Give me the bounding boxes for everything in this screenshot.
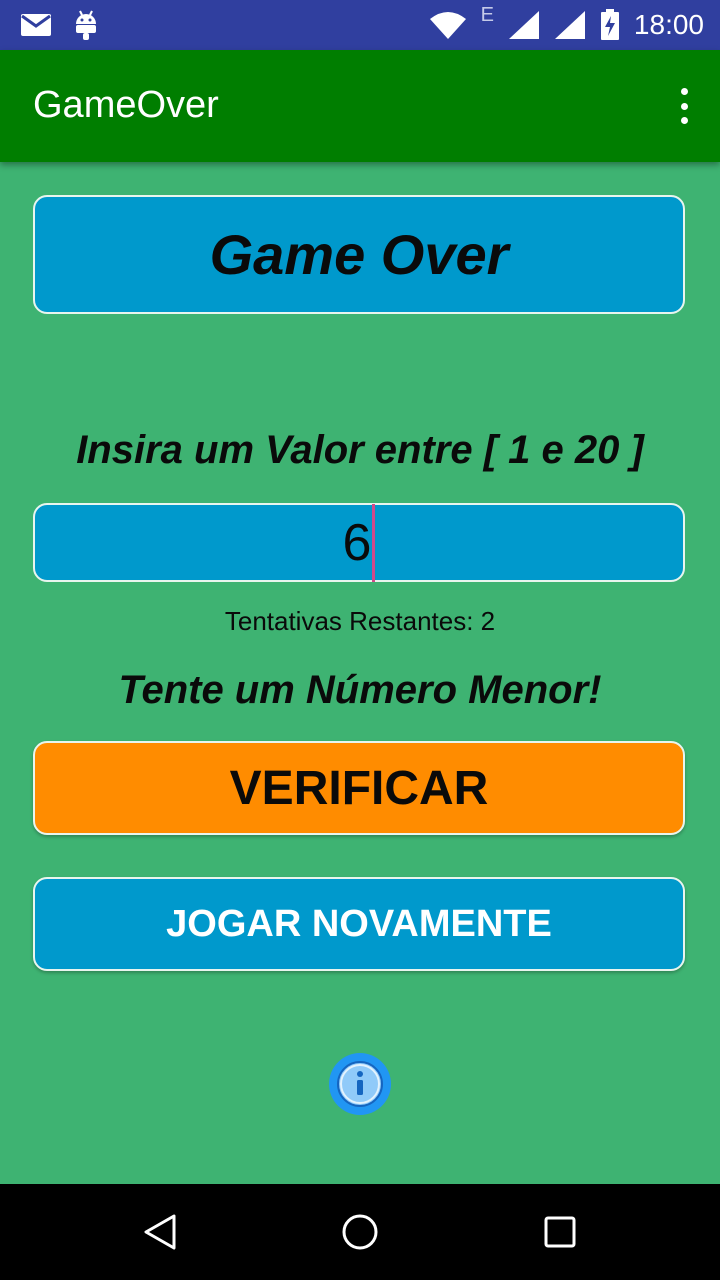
signal-icon-2 (554, 11, 585, 39)
recents-icon[interactable] (540, 1212, 580, 1252)
game-over-banner: Game Over (33, 195, 685, 314)
verify-button-label: VERIFICAR (229, 761, 489, 815)
app-bar: GameOver (0, 50, 720, 162)
home-icon[interactable] (340, 1212, 380, 1252)
android-icon (76, 10, 96, 40)
number-input[interactable]: 6 (33, 503, 685, 582)
navigation-bar (0, 1184, 720, 1280)
range-prompt: Insira um Valor entre [ 1 e 20 ] (76, 428, 644, 472)
wifi-icon (429, 12, 466, 39)
page-title: Game Over (209, 223, 509, 286)
network-type-icon: E (480, 3, 494, 26)
signal-icon (508, 11, 539, 39)
back-icon[interactable] (140, 1212, 180, 1252)
play-again-button[interactable]: JOGAR NOVAMENTE (33, 877, 685, 971)
battery-charging-icon (600, 9, 619, 40)
text-caret (372, 503, 376, 582)
status-bar: E 18:00 (0, 0, 720, 50)
hint-message: Tente um Número Menor! (118, 668, 602, 712)
app-title: GameOver (33, 84, 219, 126)
notification-icons (20, 10, 98, 40)
mail-icon (21, 14, 51, 36)
clock: 18:00 (633, 9, 704, 40)
info-icon[interactable] (328, 1052, 392, 1116)
system-icons: E 18:00 (429, 4, 704, 42)
verify-button[interactable]: VERIFICAR (33, 741, 685, 835)
more-vert-icon[interactable] (678, 88, 690, 124)
attempts-remaining: Tentativas Restantes: 2 (224, 606, 496, 636)
number-input-value[interactable]: 6 (342, 503, 376, 582)
input-text: 6 (342, 513, 372, 572)
play-again-button-label: JOGAR NOVAMENTE (166, 902, 552, 945)
